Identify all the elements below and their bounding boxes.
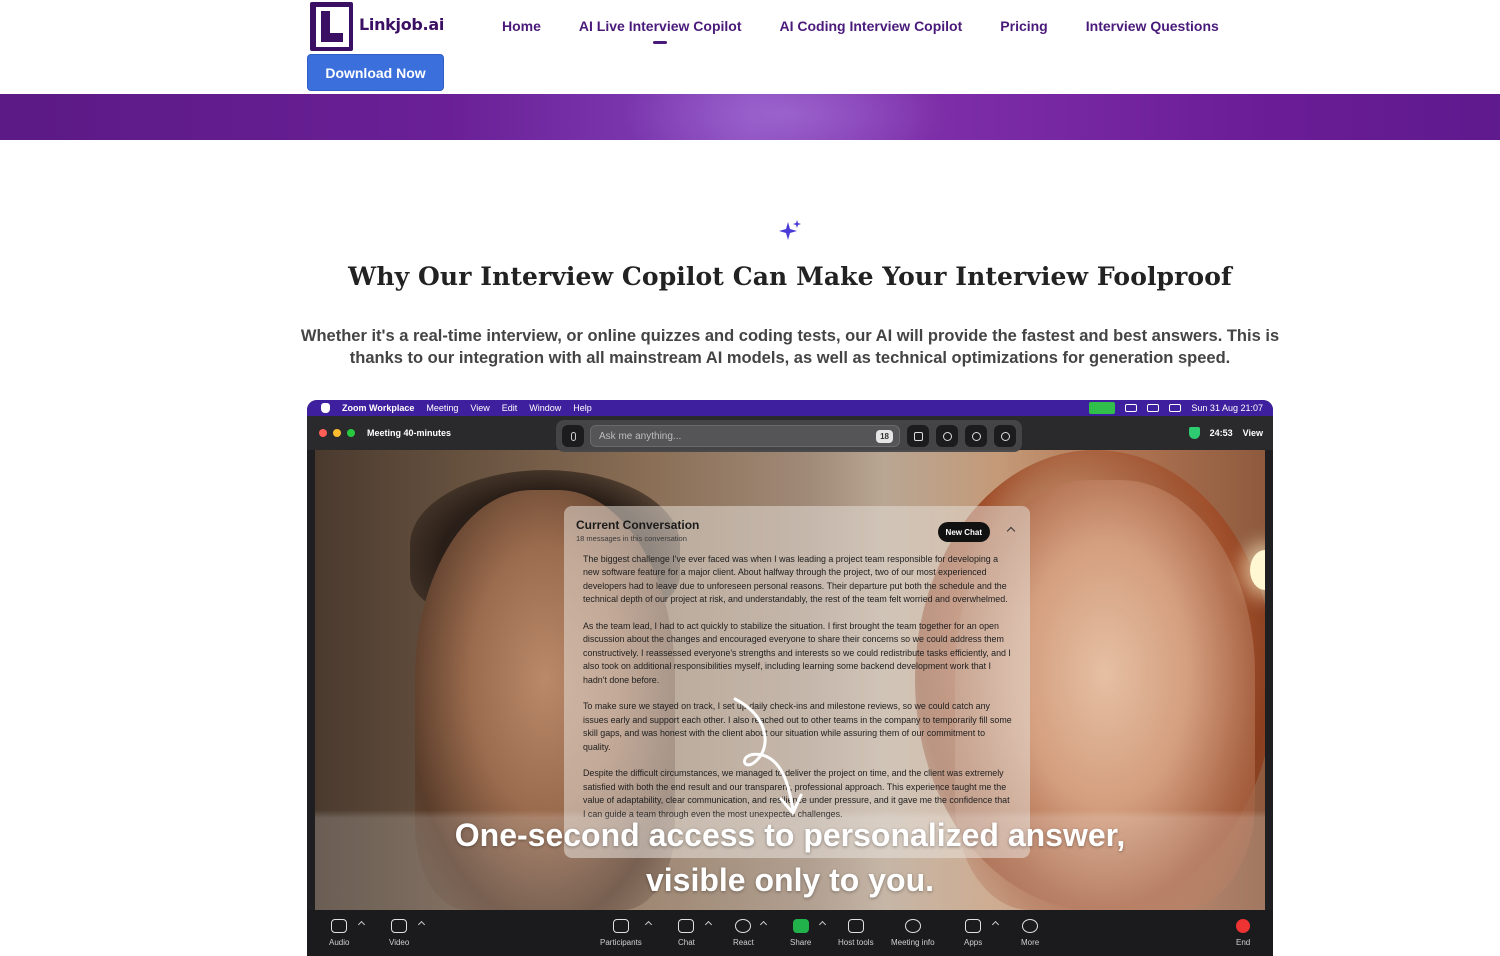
zoom-control-bar: Audio Video Participants Chat React Shar… bbox=[307, 910, 1273, 956]
end-control[interactable]: End bbox=[1236, 919, 1250, 947]
hand-drawn-arrow-icon bbox=[733, 697, 803, 815]
info-icon bbox=[904, 919, 921, 933]
camera-status-icon bbox=[1089, 402, 1116, 414]
meeting-timer: 24:53 bbox=[1209, 428, 1233, 438]
mic-button[interactable] bbox=[562, 425, 584, 447]
main-nav: Home AI Live Interview Copilot AI Coding… bbox=[502, 18, 1219, 34]
video-camera-icon bbox=[391, 919, 408, 933]
keyboard-icon bbox=[1147, 404, 1160, 412]
new-chat-button[interactable]: New Chat bbox=[937, 522, 990, 542]
caption-text: One-second access to personalized answer… bbox=[315, 813, 1265, 903]
wifi-icon bbox=[1169, 404, 1182, 412]
hero-banner-strip bbox=[0, 94, 1500, 140]
minimize-window-icon bbox=[333, 429, 341, 437]
nav-ai-live-interview-copilot[interactable]: AI Live Interview Copilot bbox=[579, 18, 742, 34]
sparkle-icon bbox=[779, 220, 801, 240]
paperclip-icon bbox=[942, 431, 952, 441]
share-control[interactable]: Share bbox=[790, 919, 811, 947]
close-window-icon bbox=[319, 429, 327, 437]
more-control[interactable]: More bbox=[1021, 919, 1039, 947]
security-shield-icon bbox=[1188, 427, 1200, 439]
chevron-up-icon[interactable] bbox=[991, 920, 1000, 929]
control-label: Chat bbox=[678, 938, 695, 947]
message-count-badge: 18 bbox=[876, 430, 893, 443]
control-label: Host tools bbox=[838, 938, 874, 947]
nav-home[interactable]: Home bbox=[502, 18, 541, 34]
product-screenshot: Zoom Workplace Meeting View Edit Window … bbox=[307, 400, 1273, 956]
view-label: View bbox=[1242, 428, 1263, 438]
control-label: End bbox=[1236, 938, 1251, 947]
control-label: Share bbox=[790, 938, 812, 947]
menu-edit: Edit bbox=[501, 403, 518, 413]
share-screen-icon bbox=[792, 919, 809, 933]
participants-control[interactable]: Participants bbox=[600, 919, 642, 947]
chevron-up-icon[interactable] bbox=[759, 920, 768, 929]
ask-bar: Ask me anything... 18 bbox=[556, 420, 1022, 452]
microphone-icon bbox=[331, 919, 348, 933]
caption-line-2: visible only to you. bbox=[645, 862, 935, 898]
history-button[interactable] bbox=[965, 425, 987, 447]
caption-line-1: One-second access to personalized answer… bbox=[454, 817, 1126, 853]
logo-mark-icon bbox=[310, 2, 353, 51]
control-label: Participants bbox=[600, 938, 642, 947]
host-tools-control[interactable]: Host tools bbox=[838, 919, 874, 947]
site-header: Linkjob.ai Download Now Home AI Live Int… bbox=[0, 0, 1500, 94]
control-label: Apps bbox=[964, 938, 983, 947]
settings-button[interactable] bbox=[994, 425, 1016, 447]
meeting-info-control[interactable]: Meeting info bbox=[891, 919, 935, 947]
menu-meeting: Meeting bbox=[426, 403, 459, 413]
chevron-up-icon[interactable] bbox=[357, 920, 366, 929]
screen-icon bbox=[913, 431, 923, 441]
apps-icon bbox=[965, 919, 982, 933]
mac-menu-bar: Zoom Workplace Meeting View Edit Window … bbox=[307, 400, 1273, 416]
chat-icon bbox=[678, 919, 695, 933]
nav-ai-coding-interview-copilot[interactable]: AI Coding Interview Copilot bbox=[780, 18, 963, 34]
more-icon bbox=[1022, 919, 1039, 933]
apps-control[interactable]: Apps bbox=[964, 919, 982, 947]
ask-input[interactable]: Ask me anything... 18 bbox=[590, 425, 900, 447]
video-feed: Current Conversation 18 messages in this… bbox=[315, 450, 1265, 910]
participants-icon bbox=[612, 919, 629, 933]
chat-control[interactable]: Chat bbox=[678, 919, 695, 947]
menu-clock: Sun 31 Aug 21:07 bbox=[1191, 403, 1263, 413]
chevron-up-icon[interactable] bbox=[818, 920, 827, 929]
apple-icon bbox=[321, 403, 330, 413]
end-call-icon bbox=[1236, 919, 1251, 933]
section-title: Why Our Interview Copilot Can Make Your … bbox=[348, 262, 1232, 291]
gear-icon bbox=[1000, 431, 1010, 441]
heart-icon bbox=[735, 919, 752, 933]
attach-button[interactable] bbox=[936, 425, 958, 447]
control-label: Video bbox=[389, 938, 410, 947]
menu-view: View bbox=[470, 403, 490, 413]
nav-interview-questions[interactable]: Interview Questions bbox=[1086, 18, 1219, 34]
maximize-window-icon bbox=[347, 429, 355, 437]
nav-pricing[interactable]: Pricing bbox=[1000, 18, 1047, 34]
answer-paragraph: The biggest challenge I've ever faced wa… bbox=[583, 554, 1008, 605]
meeting-title: Meeting 40-minutes bbox=[367, 428, 452, 438]
microphone-icon bbox=[570, 431, 576, 441]
history-icon bbox=[971, 431, 981, 441]
control-label: React bbox=[733, 938, 754, 947]
section-description: Whether it's a real-time interview, or o… bbox=[300, 327, 1280, 367]
control-label: Meeting info bbox=[891, 938, 935, 947]
menu-window: Window bbox=[529, 403, 562, 413]
logo-text: Linkjob.ai bbox=[359, 15, 445, 34]
answer-paragraph: As the team lead, I had to act quickly t… bbox=[583, 621, 1011, 685]
control-label: More bbox=[1021, 938, 1040, 947]
chevron-up-icon[interactable] bbox=[704, 920, 713, 929]
battery-icon bbox=[1125, 404, 1138, 412]
control-label: Audio bbox=[329, 938, 350, 947]
ask-input-placeholder: Ask me anything... bbox=[599, 430, 682, 442]
chevron-up-icon[interactable] bbox=[417, 920, 426, 929]
shield-icon bbox=[847, 919, 864, 933]
chevron-up-icon[interactable] bbox=[644, 920, 653, 929]
screen-button[interactable] bbox=[907, 425, 929, 447]
menu-help: Help bbox=[573, 403, 592, 413]
react-control[interactable]: React bbox=[733, 919, 754, 947]
video-control[interactable]: Video bbox=[389, 919, 409, 947]
site-logo[interactable]: Linkjob.ai bbox=[310, 2, 444, 51]
audio-control[interactable]: Audio bbox=[329, 919, 349, 947]
download-now-button[interactable]: Download Now bbox=[307, 54, 444, 91]
menu-app-name: Zoom Workplace bbox=[342, 403, 415, 413]
